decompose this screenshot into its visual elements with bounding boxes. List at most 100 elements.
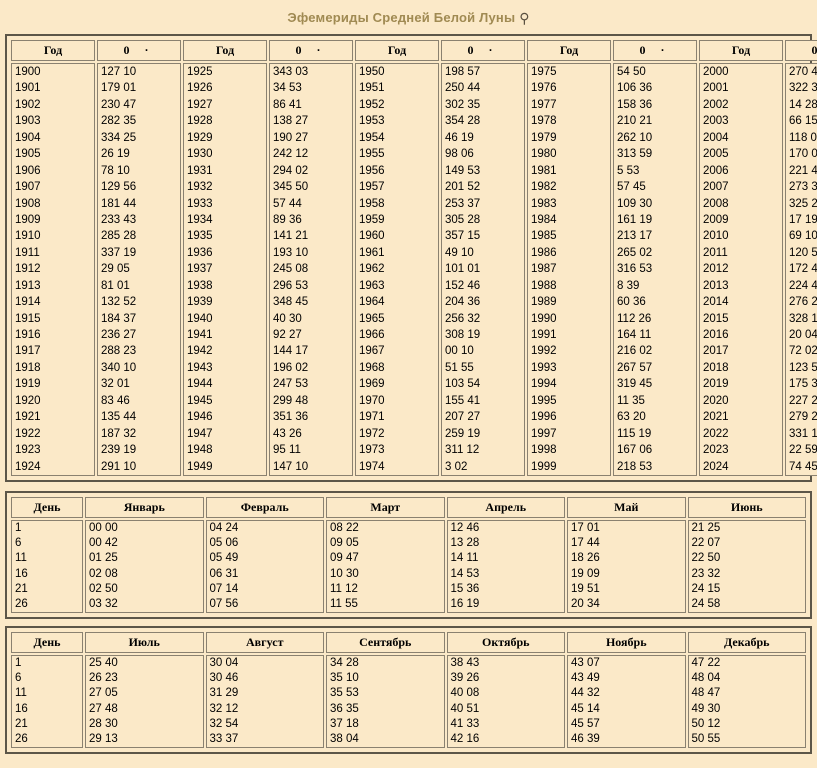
- table-cell: 1931: [187, 164, 213, 177]
- table-cell: 2019: [703, 378, 729, 391]
- table-cell: 1942: [187, 345, 213, 358]
- table-cell: 31 29: [209, 687, 239, 700]
- table-cell: 184 37: [101, 312, 137, 325]
- table-cell: 207 27: [445, 411, 481, 424]
- table-cell: 302 35: [445, 98, 481, 111]
- table-cell: 17 01: [571, 521, 600, 534]
- table-cell: 92 27: [273, 329, 302, 341]
- table-cell: 1939: [187, 296, 213, 309]
- table-cell: 187 32: [101, 427, 137, 440]
- table-cell: 00 10: [445, 345, 474, 358]
- table-cell: 2014: [703, 296, 729, 309]
- table-cell: 07 56: [209, 597, 239, 610]
- value-column-december: 47 22 48 04 48 47 49 30 50 12 50 55: [687, 655, 806, 749]
- table-cell: 17 19: [789, 213, 817, 226]
- table-cell: 01 25: [89, 552, 118, 565]
- table-cell: 265 02: [617, 246, 653, 259]
- table-cell: 1987: [531, 263, 557, 276]
- table-cell: 1982: [531, 181, 557, 194]
- table-cell: 1907: [15, 181, 41, 194]
- table-cell: 2020: [703, 394, 729, 407]
- table-cell: 2008: [703, 197, 729, 210]
- table-cell: 18 26: [571, 552, 600, 565]
- table-cell: 02 08: [89, 567, 118, 580]
- table-cell: 282 35: [101, 115, 137, 128]
- table-cell: 23 32: [691, 567, 721, 580]
- table-cell: 26 23: [89, 672, 118, 685]
- table-cell: 46 39: [571, 733, 600, 745]
- table-cell: 25 40: [89, 657, 118, 670]
- table-cell: 1: [15, 521, 22, 534]
- table-cell: 120 55: [789, 246, 817, 259]
- table-cell: 89 36: [273, 213, 302, 226]
- table-cell: 1958: [359, 197, 385, 210]
- table-cell: 12 46: [450, 521, 480, 534]
- table-cell: 250 44: [445, 82, 481, 95]
- value-column-june: 21 25 22 07 22 50 23 32 24 15 24 58: [687, 519, 806, 614]
- table-cell: 201 52: [445, 181, 481, 194]
- table-cell: 48 04: [691, 672, 721, 685]
- col-header-month-november: Ноябрь: [567, 632, 686, 654]
- table-cell: 08 22: [330, 521, 359, 534]
- table-cell: 2023: [703, 444, 729, 457]
- table-cell: 239 19: [101, 444, 137, 457]
- table-cell: 2021: [703, 411, 729, 424]
- value-column-3: 198 57 250 44 302 35 354 28 46 19 98 06 149 53…: [441, 63, 525, 476]
- year-table: Год 0 · Год 0 · Год 0 · Год 0 · Год 0 · …: [9, 38, 817, 478]
- value-column-january: 00 00 00 42 01 25 02 08 02 50 03 32: [85, 519, 204, 614]
- table-cell: 285 28: [101, 230, 137, 243]
- table-cell: 1999: [531, 460, 557, 473]
- table-cell: 47 22: [691, 657, 721, 670]
- table-cell: 253 37: [445, 197, 481, 210]
- table-cell: 1972: [359, 427, 385, 440]
- table-cell: 29 13: [89, 733, 118, 745]
- table-cell: 2004: [703, 131, 729, 144]
- table-cell: 45 14: [571, 702, 600, 715]
- table-cell: 16: [15, 567, 28, 580]
- table-cell: 16 19: [450, 597, 480, 610]
- table-cell: 141 21: [273, 230, 309, 243]
- table-cell: 1949: [187, 460, 213, 473]
- table-cell: 1930: [187, 148, 213, 161]
- table-cell: 158 36: [617, 98, 653, 111]
- table-cell: 1902: [15, 98, 41, 111]
- table-cell: 3 02: [445, 460, 468, 473]
- table-cell: 1915: [15, 312, 41, 325]
- table-cell: 1944: [187, 378, 213, 391]
- table-cell: 1: [15, 657, 22, 670]
- table-cell: 2017: [703, 345, 729, 358]
- table-cell: 1943: [187, 361, 213, 374]
- value-column-august: 30 04 30 46 31 29 32 12 32 54 33 37: [205, 655, 324, 749]
- value-column-4: 54 50 106 36 158 36 210 21 262 10 313 59 5 53 5…: [613, 63, 697, 476]
- table-cell: 37 18: [330, 717, 359, 730]
- table-cell: 40 30: [273, 312, 302, 325]
- table-cell: 1997: [531, 427, 557, 440]
- table-cell: 1995: [531, 394, 557, 407]
- table-cell: 21: [15, 717, 28, 730]
- table-cell: 2022: [703, 427, 729, 440]
- table-cell: 69 10: [789, 230, 817, 243]
- table-cell: 1921: [15, 411, 41, 424]
- table-cell: 1916: [15, 329, 41, 341]
- table-cell: 11 12: [330, 582, 358, 595]
- table-cell: 179 01: [101, 82, 137, 95]
- table-cell: 1973: [359, 444, 385, 457]
- table-cell: 1919: [15, 378, 41, 391]
- table-cell: 190 27: [273, 131, 309, 144]
- table-cell: 2000: [703, 66, 729, 78]
- col-header-month-september: Сентябрь: [326, 632, 445, 654]
- col-header-year-2: Год: [183, 40, 267, 61]
- table-cell: 38 04: [330, 733, 359, 745]
- table-cell: 2001: [703, 82, 729, 95]
- table-cell: 28 30: [89, 717, 118, 730]
- table-cell: 1953: [359, 115, 385, 128]
- table-cell: 26: [15, 597, 28, 610]
- table-cell: 49 10: [445, 246, 474, 259]
- col-header-month-may: Май: [567, 496, 686, 518]
- table-cell: 2011: [703, 246, 728, 259]
- table-cell: 1929: [187, 131, 213, 144]
- table-cell: 1908: [15, 197, 41, 210]
- table-cell: 1925: [187, 66, 213, 78]
- table-spacer-2: [0, 619, 817, 626]
- table-cell: 181 44: [101, 197, 137, 210]
